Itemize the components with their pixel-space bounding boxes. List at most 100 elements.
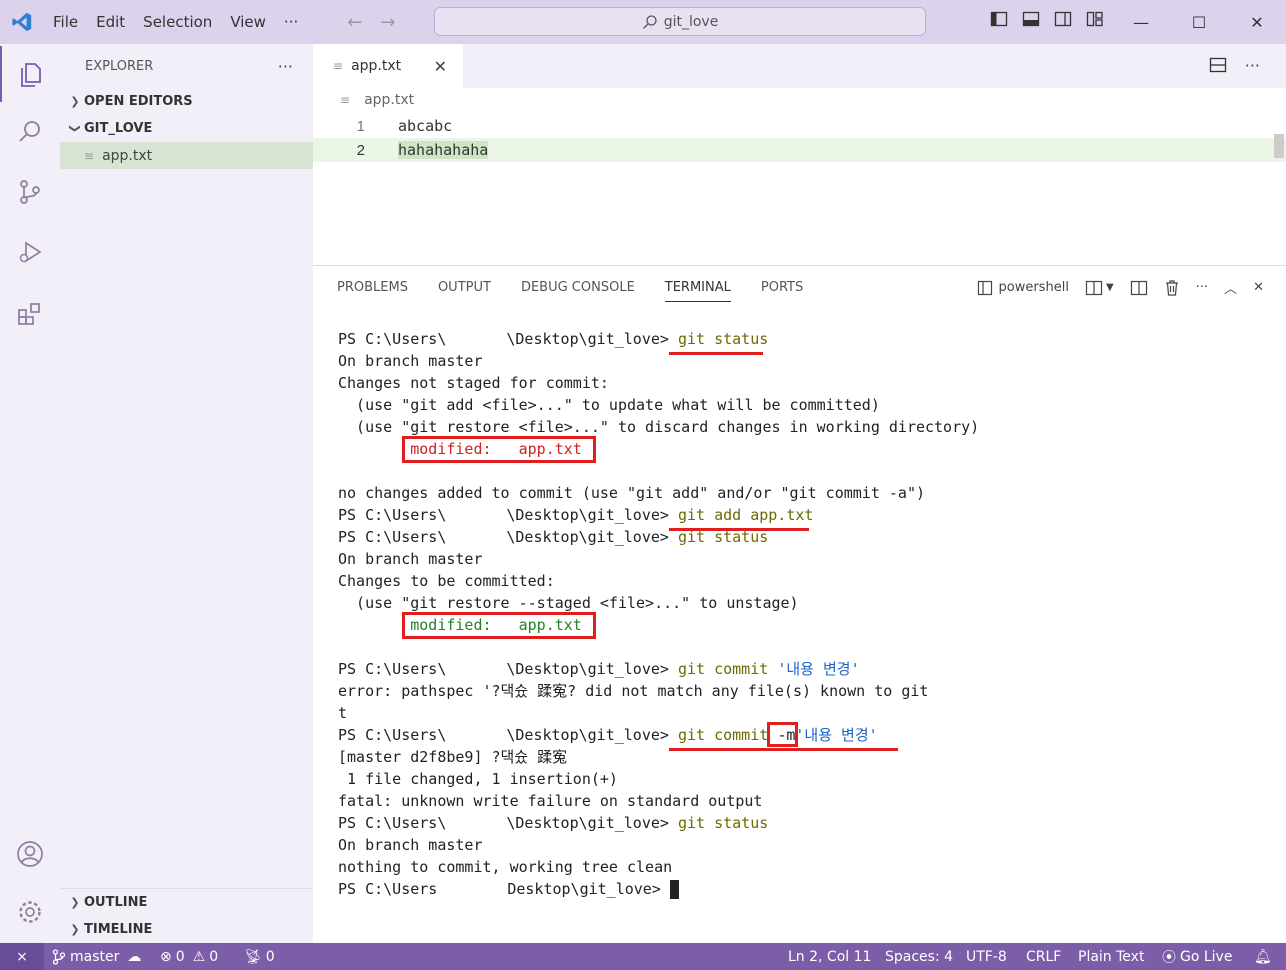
new-terminal-dropdown[interactable]: ▼ — [1085, 279, 1114, 297]
line-text: abcabc — [398, 117, 453, 135]
more-actions-icon[interactable]: ··· — [278, 57, 293, 76]
line-ending[interactable]: CRLF — [1026, 943, 1061, 970]
terminal-cursor — [669, 880, 679, 899]
shell-label: powershell — [998, 280, 1069, 295]
split-editor-icon[interactable] — [1209, 56, 1227, 74]
ports-indicator[interactable]: 📡︎ 0 — [244, 943, 275, 970]
code-line-current: 2 hahahahaha — [313, 138, 1286, 162]
close-tab-icon[interactable]: ✕ — [434, 57, 447, 76]
code-editor[interactable]: 1 abcabc 2 hahahahaha — [313, 114, 1286, 162]
minimize-icon[interactable]: — — [1112, 0, 1170, 44]
trash-icon[interactable] — [1164, 279, 1180, 297]
error-icon: ⊗ — [160, 948, 172, 965]
menu-view[interactable]: View — [221, 13, 275, 31]
explorer-title: EXPLORER — [85, 58, 154, 74]
terminal-icon — [977, 280, 992, 295]
toggle-sidebar-icon[interactable] — [990, 10, 1008, 28]
tab-ports[interactable]: PORTS — [761, 280, 803, 302]
annotation-underline — [669, 748, 898, 751]
outline-label: OUTLINE — [84, 895, 148, 910]
text-file-icon: ≡ — [84, 148, 95, 163]
line-text-selected: hahahahaha — [398, 141, 489, 159]
explorer-icon[interactable] — [0, 46, 60, 102]
activity-bar — [0, 44, 60, 943]
maximize-panel-icon[interactable]: ︿ — [1224, 278, 1237, 297]
manage-gear-icon[interactable] — [0, 884, 60, 940]
file-tree-label: app.txt — [102, 147, 153, 164]
menu-edit[interactable]: Edit — [87, 13, 134, 31]
chevron-right-icon: ❯ — [70, 95, 80, 108]
customize-layout-icon[interactable] — [1086, 10, 1104, 28]
sync-icon[interactable]: ☁ — [127, 949, 141, 965]
editor-more-icon[interactable]: ··· — [1245, 56, 1260, 75]
remote-icon[interactable]: ⨯ — [0, 943, 44, 970]
source-control-icon[interactable] — [0, 164, 60, 220]
editor-tab-label: app.txt — [351, 58, 402, 74]
run-debug-icon[interactable] — [0, 224, 60, 280]
annotation-underline — [669, 352, 763, 355]
menu-bar: File Edit Selection View ··· — [44, 13, 307, 31]
code-line: 1 abcabc — [313, 114, 1286, 138]
breadcrumb: ≡ app.txt — [340, 92, 414, 108]
search-view-icon[interactable] — [0, 104, 60, 160]
back-arrow-icon[interactable]: ← — [347, 12, 362, 33]
open-editors-section[interactable]: ❯ OPEN EDITORS — [60, 88, 313, 115]
close-icon[interactable]: ✕ — [1228, 0, 1286, 44]
extensions-icon[interactable] — [0, 286, 60, 342]
tab-debug-console[interactable]: DEBUG CONSOLE — [521, 280, 635, 302]
git-branch-icon — [52, 948, 66, 965]
problems-indicator[interactable]: ⊗ 0 ⚠ 0 — [160, 943, 218, 970]
tab-problems[interactable]: PROBLEMS — [337, 280, 408, 302]
timeline-section[interactable]: ❯ TIMELINE — [60, 916, 313, 943]
branch-indicator[interactable]: master ☁ — [52, 943, 141, 970]
maximize-icon[interactable]: ☐ — [1170, 0, 1228, 44]
folder-label: GIT_LOVE — [84, 121, 153, 136]
open-editors-label: OPEN EDITORS — [84, 94, 193, 109]
annotation-underline — [669, 528, 809, 531]
status-bar: ⨯ master ☁ ⊗ 0 ⚠ 0 📡︎ 0 Ln 2, Col 11 Spaces… — [0, 943, 1286, 970]
chevron-right-icon: ❯ — [70, 923, 80, 936]
terminal-output[interactable]: PS C:\Users\ \Desktop\git_love> git statu… — [338, 328, 1268, 900]
toggle-secondary-sidebar-icon[interactable] — [1054, 10, 1072, 28]
command-text: git status — [677, 330, 769, 348]
bottom-panel: PROBLEMS OUTPUT DEBUG CONSOLE TERMINAL P… — [313, 265, 1286, 943]
outline-section[interactable]: ❯ OUTLINE — [60, 889, 313, 916]
broadcast-icon: ⦿ — [1162, 949, 1176, 966]
annotation-box — [402, 612, 596, 639]
editor-tab[interactable]: ≡ app.txt ✕ — [313, 44, 463, 88]
text-file-icon: ≡ — [333, 59, 344, 73]
vscode-logo-icon — [0, 0, 44, 44]
tab-terminal[interactable]: TERMINAL — [664, 280, 731, 302]
editor-scrollbar[interactable] — [1274, 134, 1284, 158]
menu-more[interactable]: ··· — [275, 13, 307, 31]
indentation[interactable]: Spaces: 4 — [885, 943, 953, 970]
folder-section[interactable]: ❯ GIT_LOVE — [60, 115, 313, 142]
breadcrumb-file[interactable]: app.txt — [364, 92, 414, 108]
accounts-icon[interactable] — [0, 826, 60, 882]
encoding[interactable]: UTF-8 — [966, 943, 1007, 970]
panel-more-icon[interactable]: ··· — [1196, 280, 1208, 295]
tab-output[interactable]: OUTPUT — [438, 280, 491, 302]
notifications-bell-icon[interactable]: 🔔︎ — [1254, 943, 1272, 970]
toggle-panel-icon[interactable] — [1022, 10, 1040, 28]
chevron-down-icon: ▼ — [1105, 282, 1114, 293]
close-panel-icon[interactable]: ✕ — [1253, 280, 1264, 295]
split-panel-icon[interactable] — [1130, 279, 1148, 297]
go-live-button[interactable]: ⦿ Go Live — [1162, 943, 1232, 970]
annotation-box — [767, 722, 798, 747]
editor-tab-bar: ≡ app.txt ✕ ··· — [313, 44, 1286, 88]
command-center-search[interactable]: git_love — [434, 7, 926, 36]
chevron-down-icon: ❯ — [68, 123, 82, 134]
cursor-position[interactable]: Ln 2, Col 11 — [788, 943, 871, 970]
text-file-icon: ≡ — [340, 93, 351, 107]
chevron-right-icon: ❯ — [70, 896, 80, 909]
forward-arrow-icon[interactable]: → — [380, 12, 395, 33]
menu-selection[interactable]: Selection — [134, 13, 221, 31]
menu-file[interactable]: File — [44, 13, 87, 31]
line-number: 2 — [356, 141, 365, 159]
terminal-shell-selector[interactable]: powershell — [977, 280, 1069, 296]
search-label: git_love — [663, 13, 719, 30]
language-mode[interactable]: Plain Text — [1078, 943, 1144, 970]
timeline-label: TIMELINE — [84, 922, 153, 937]
file-tree-item[interactable]: ≡ app.txt — [60, 142, 313, 169]
